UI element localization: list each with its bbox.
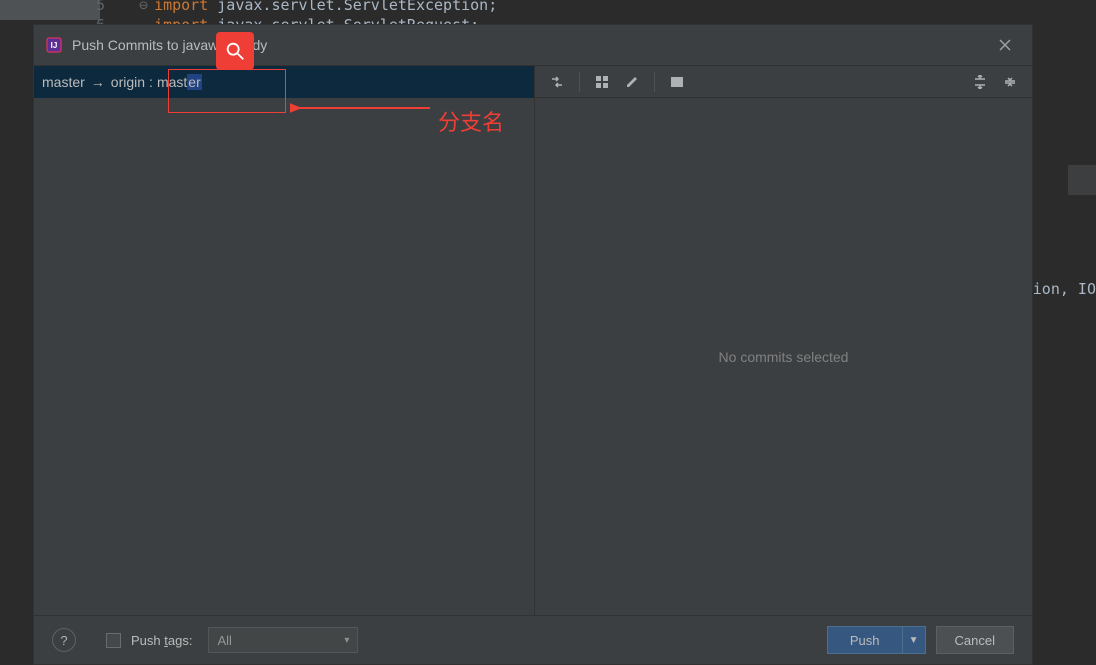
expand-icon[interactable] [968,70,992,94]
dialog-title-bar: IJ Push Commits to javawebstudy [34,25,1032,65]
chevron-down-icon: ▾ [344,635,349,646]
local-branch: master [42,74,85,90]
branch-row[interactable]: master → origin : master [34,66,534,98]
push-tags-checkbox[interactable] [106,633,121,648]
code-line: 5 ⊖import javax.servlet.ServletException… [0,0,497,14]
toolbar-separator [654,72,655,92]
combo-value: All [217,633,231,648]
target-branch-input[interactable]: master [157,74,202,90]
diff-toolbar [535,66,1032,98]
empty-state: No commits selected [535,98,1032,615]
push-commits-dialog: IJ Push Commits to javawebstudy master →… [33,24,1033,665]
group-icon[interactable] [590,70,614,94]
code-fragment: ion, IO [1033,280,1096,298]
push-split-button: Push ▼ [827,626,926,654]
push-tags-combo[interactable]: All ▾ [208,627,358,653]
svg-text:IJ: IJ [51,41,58,50]
collapse-icon[interactable] [998,70,1022,94]
commits-panel: master → origin : master [34,66,534,615]
dialog-title: Push Commits to javawebstudy [72,37,990,53]
arrow-icon: → [91,74,105,90]
close-button[interactable] [990,30,1020,60]
swap-icon[interactable] [545,70,569,94]
scrollbar-marker [1068,165,1096,195]
push-dropdown-button[interactable]: ▼ [902,626,926,654]
edit-icon[interactable] [620,70,644,94]
dialog-body: master → origin : master [34,65,1032,616]
details-panel: No commits selected [534,66,1032,615]
remote-name[interactable]: origin [111,74,145,90]
help-button[interactable]: ? [52,628,76,652]
intellij-icon: IJ [46,37,62,53]
cancel-button[interactable]: Cancel [936,626,1014,654]
line-number: 5 [0,0,130,14]
preview-icon[interactable] [665,70,689,94]
toolbar-separator [579,72,580,92]
dialog-footer: ? Push tags: All ▾ Push ▼ Cancel [34,616,1032,664]
push-button[interactable]: Push [827,626,902,654]
close-icon [999,39,1011,51]
push-tags-label: Push tags: [131,633,192,648]
branch-colon: : [149,74,153,90]
